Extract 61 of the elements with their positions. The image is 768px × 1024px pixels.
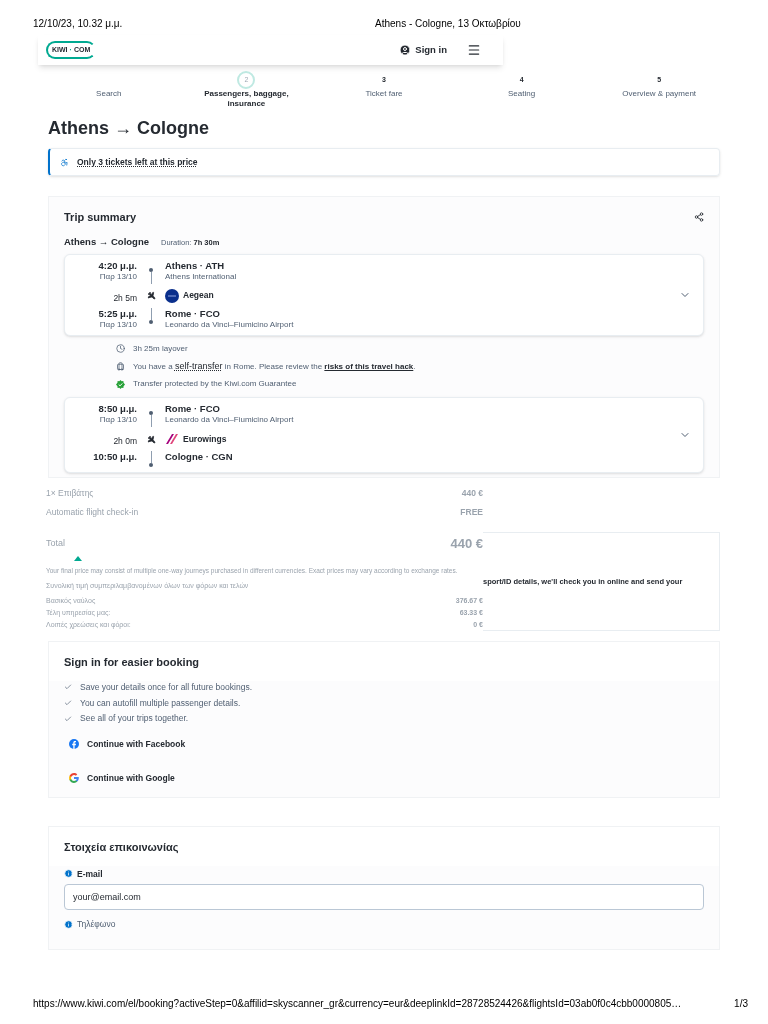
total-price: 440 € [450,535,483,554]
airport-name: Rome · FCO [165,403,221,415]
phone-label: Τηλέφωνο [77,918,116,931]
benefit-text: Save your details once for all future bookings. [80,680,252,694]
share-icon[interactable] [694,212,704,223]
benefit-text: See all of your trips together. [80,712,189,725]
social-login-button[interactable]: Continue with Google [69,761,699,795]
person-icon [60,157,69,167]
section-title: Trip summary [64,210,137,225]
sign-in-button[interactable]: Sign in [399,42,447,58]
route-title: Athens → Cologne [64,234,149,249]
info-icon [64,869,73,879]
total-label: Total [46,537,65,551]
shield-check-icon [116,379,125,389]
caret-up-icon [74,555,82,561]
airport-name: Cologne · CGN [165,451,233,463]
google-logo-icon [69,773,79,783]
guarantee-text: Transfer protected by the Kiwi.com Guarantee [133,378,297,391]
airport-detail: Leonardo da Vinci–Fiumicino Airport [165,415,294,425]
departure-time: 4:20 μ.μ. [98,259,137,272]
date-label: Παρ 13/10 [99,271,137,282]
arrival-time: 5:25 μ.μ. [98,307,137,320]
airline-logo-icon [165,433,179,446]
info-icon [64,920,73,930]
self-transfer-text: You have a self-transfer in Rome. Please review the risks of this travel hack. [133,359,416,373]
alert-text: Only 3 tickets left at this price [77,155,198,169]
airport-name: Athens · ATH [165,259,226,272]
menu-icon[interactable] [467,43,481,57]
flight-duration: 2h 0m [113,436,137,447]
print-title: Athens - Cologne, 13 Οκτωβρίου [375,17,521,31]
clock-icon [116,344,125,354]
page-title: Athens → Cologne [48,117,210,140]
airport-detail: Athens International [165,271,237,282]
airport-detail: Leonardo da Vinci–Fiumicino Airport [165,319,294,330]
price-label: Automatic flight check-in [46,506,139,519]
plane-icon [146,434,156,444]
print-page-number: 1/3 [734,997,748,1011]
benefit-text: You can autofill multiple passenger details. [80,696,241,710]
luggage-icon [116,361,125,371]
progress-step[interactable]: Search [40,71,178,111]
departure-time: 8:50 μ.μ. [98,403,137,415]
email-field[interactable]: your@email.com [64,884,704,911]
price-value: 440 € [461,487,483,500]
facebook-logo-icon [69,739,79,749]
user-icon [399,44,412,56]
layover-text: 3h 25m layover [133,342,188,355]
date-label: Παρ 13/10 [99,415,137,425]
airline-logo-icon [165,288,179,303]
airport-name: Rome · FCO [165,307,221,320]
price-value: FREE [460,506,483,519]
print-date: 12/10/23, 10.32 μ.μ. [33,17,124,31]
arrival-time: 10:50 μ.μ. [93,451,137,463]
print-url: https://www.kiwi.com/el/booking?activeStep=0&affilid=skyscanner_gr&currency=eur&deeplinkId=28728524426&flightsId=03ab0f0c4cbb0000805… [33,997,682,1011]
plane-icon [146,291,156,301]
email-label: E-mail [77,867,103,881]
price-label: 1× Επιβάτης [46,487,94,500]
social-login-button[interactable]: Continue with Facebook [69,727,699,761]
airline-name: Eurowings [183,433,227,445]
date-label: Παρ 13/10 [99,319,137,330]
flight-duration: 2h 5m [113,292,137,303]
airline-name: Aegean [183,290,214,302]
